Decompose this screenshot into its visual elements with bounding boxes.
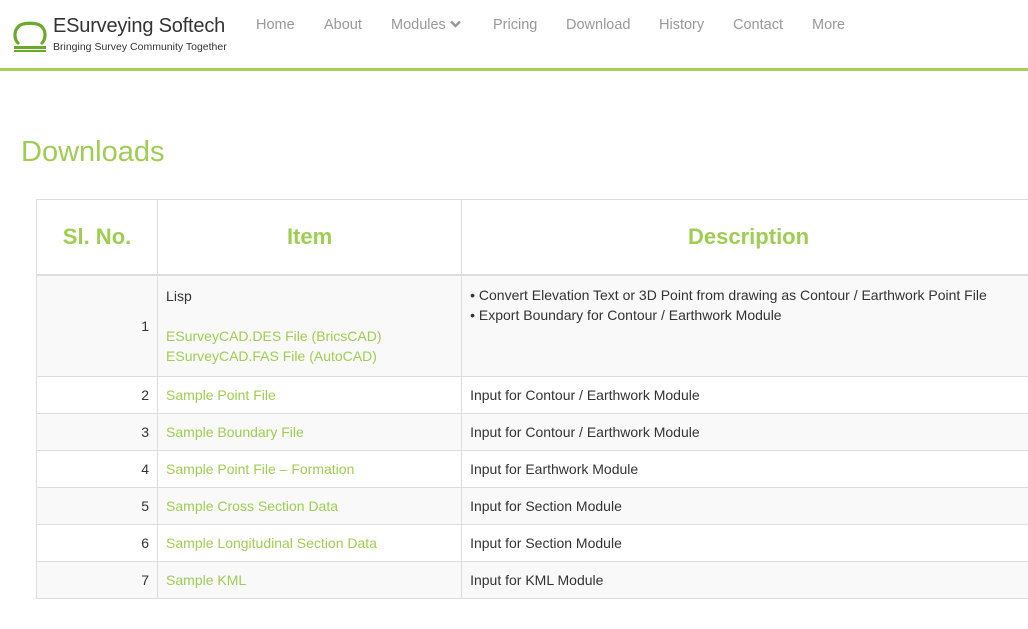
table-row: 1 Lisp ESurveyCAD.DES File (BricsCAD) ES…: [35, 274, 1028, 377]
table-row: 4 Sample Point File – Formation Input fo…: [35, 450, 1028, 488]
cell-description: Input for Section Module: [461, 487, 1028, 525]
cell-serial-no: 7: [35, 561, 159, 599]
download-link[interactable]: Sample Point File: [166, 387, 276, 403]
header-description: Description: [461, 199, 1028, 276]
description-line: • Export Boundary for Contour / Earthwor…: [470, 307, 782, 323]
site-logo[interactable]: ESurveying Softech Bringing Survey Commu…: [12, 14, 242, 58]
table-row: 6 Sample Longitudinal Section Data Input…: [35, 524, 1028, 562]
logo-title-second: Softech: [158, 15, 226, 37]
cell-description: Input for KML Module: [461, 561, 1028, 599]
table-row: 5 Sample Cross Section Data Input for Se…: [35, 487, 1028, 525]
cell-description: • Convert Elevation Text or 3D Point fro…: [461, 274, 1028, 377]
cell-item: Sample Boundary File: [157, 413, 463, 451]
nav-modules[interactable]: Modules: [391, 17, 461, 33]
cell-description: Input for Contour / Earthwork Module: [461, 413, 1028, 451]
page-title: Downloads: [21, 136, 165, 168]
header-serial-no: Sl. No.: [35, 199, 159, 276]
cell-description: Input for Contour / Earthwork Module: [461, 376, 1028, 414]
cell-description: Input for Earthwork Module: [461, 450, 1028, 488]
cell-serial-no: 5: [35, 487, 159, 525]
logo-title: ESurveying Softech: [53, 15, 225, 38]
nav-about[interactable]: About: [324, 17, 362, 33]
cell-item: Sample KML: [157, 561, 463, 599]
download-link[interactable]: Sample Point File – Formation: [166, 461, 354, 477]
download-link[interactable]: Sample Longitudinal Section Data: [166, 535, 377, 551]
cell-serial-no: 6: [35, 524, 159, 562]
cell-serial-no: 4: [35, 450, 159, 488]
table-row: 3 Sample Boundary File Input for Contour…: [35, 413, 1028, 451]
logo-title-first: ESurveying: [53, 15, 154, 37]
download-link-des[interactable]: ESurveyCAD.DES File (BricsCAD): [166, 326, 453, 346]
chevron-down-icon: [449, 20, 461, 28]
nav-history[interactable]: History: [659, 17, 704, 33]
cell-serial-no: 2: [35, 376, 159, 414]
nav-download[interactable]: Download: [566, 17, 631, 33]
cell-item: Sample Cross Section Data: [157, 487, 463, 525]
table-header-row: Sl. No. Item Description: [35, 199, 1028, 276]
logo-tagline: Bringing Survey Community Together: [53, 41, 227, 53]
cell-item: Sample Point File: [157, 376, 463, 414]
nav-pricing[interactable]: Pricing: [493, 17, 537, 33]
nav-modules-label: Modules: [391, 17, 446, 33]
download-link[interactable]: Sample Cross Section Data: [166, 498, 338, 514]
cell-item: Sample Longitudinal Section Data: [157, 524, 463, 562]
nav-home[interactable]: Home: [256, 17, 295, 33]
cell-description: Input for Section Module: [461, 524, 1028, 562]
nav-more[interactable]: More: [812, 17, 845, 33]
download-link-fas[interactable]: ESurveyCAD.FAS File (AutoCAD): [166, 346, 453, 366]
table-row: 2 Sample Point File Input for Contour / …: [35, 376, 1028, 414]
download-link[interactable]: Sample KML: [166, 572, 246, 588]
cell-item: Sample Point File – Formation: [157, 450, 463, 488]
cell-item: Lisp ESurveyCAD.DES File (BricsCAD) ESur…: [157, 274, 463, 377]
nav-contact[interactable]: Contact: [733, 17, 783, 33]
header-item: Item: [157, 199, 463, 276]
cell-serial-no: 1: [35, 274, 159, 377]
description-line: • Convert Elevation Text or 3D Point fro…: [470, 287, 987, 303]
table-row: 7 Sample KML Input for KML Module: [35, 561, 1028, 599]
download-link[interactable]: Sample Boundary File: [166, 424, 304, 440]
omega-logo-icon: [13, 21, 47, 52]
downloads-table: Sl. No. Item Description 1 Lisp ESurveyC…: [35, 199, 1028, 599]
item-label-lisp: Lisp: [166, 288, 192, 304]
cell-serial-no: 3: [35, 413, 159, 451]
site-header: ESurveying Softech Bringing Survey Commu…: [0, 0, 1028, 71]
